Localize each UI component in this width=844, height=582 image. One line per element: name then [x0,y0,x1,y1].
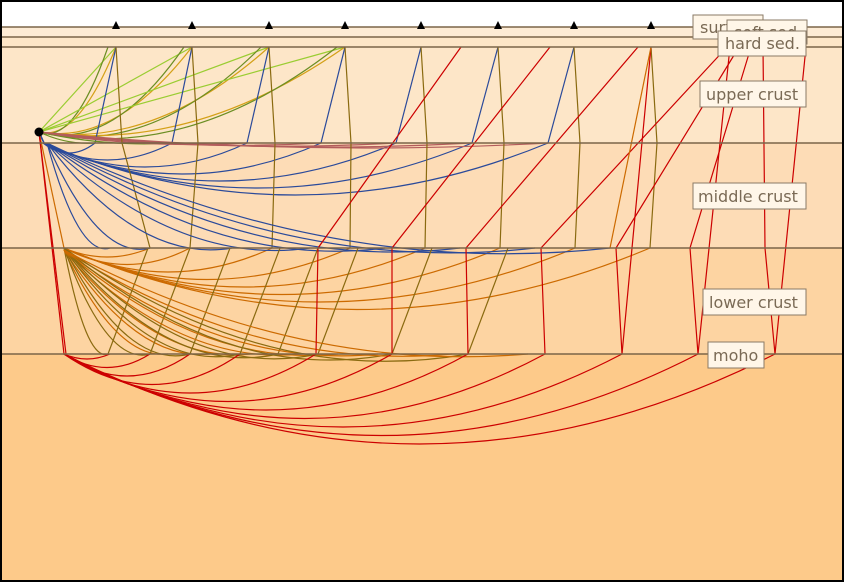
label-lower-crust-text: lower crust [709,293,798,312]
label-upper-crust-text: upper crust [706,85,798,104]
label-middle-crust-text: middle crust [698,187,798,206]
layer-band-moho [0,354,844,582]
ray-path-diagram: surface soft sed. hard sed. upper crust … [0,0,844,582]
label-middle-crust: middle crust [692,182,807,210]
label-hard-sed-text: hard sed. [725,34,800,53]
label-hard-sed: hard sed. [717,30,807,57]
label-upper-crust: upper crust [699,80,807,108]
label-moho: moho [707,341,765,369]
label-lower-crust: lower crust [702,288,807,316]
label-moho-text: moho [713,346,758,365]
source-point [34,127,44,137]
